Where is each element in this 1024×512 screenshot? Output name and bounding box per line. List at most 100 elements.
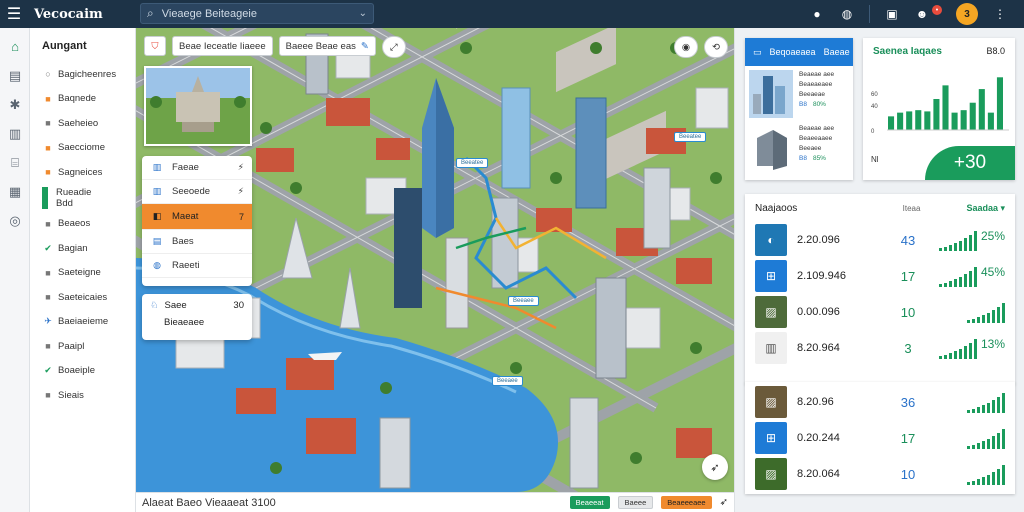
sidebar-item[interactable]: ■ Saeteigne bbox=[30, 261, 135, 286]
list-item[interactable]: ▨ 8.20.064 10 bbox=[745, 456, 1015, 492]
sparkline-chart: 45% bbox=[938, 265, 1005, 287]
sparkline-bar bbox=[948, 245, 952, 251]
city-icon[interactable]: ▥ bbox=[0, 119, 30, 148]
list-item[interactable]: ▨ 8.20.96 36 bbox=[745, 384, 1015, 420]
sidebar-item[interactable]: ○ Bagicheenres bbox=[30, 62, 135, 87]
square-icon: ■ bbox=[45, 118, 51, 129]
list-item[interactable]: ⊞ 2.109.946 17 45% bbox=[745, 258, 1015, 294]
pin-icon[interactable]: ➶ bbox=[720, 497, 728, 508]
map-label[interactable]: Beeatee bbox=[674, 132, 707, 142]
metrics-column: Iteaa bbox=[902, 203, 921, 213]
map-label[interactable]: Beeatee bbox=[456, 158, 489, 168]
row-count: 43 bbox=[900, 232, 916, 248]
bar[interactable] bbox=[969, 102, 976, 130]
sidebar-item[interactable]: ■ Saecciome bbox=[30, 136, 135, 161]
sidebar-item[interactable]: ■ Beaeos bbox=[30, 212, 135, 237]
sidebar-item[interactable]: ■ Baqnede bbox=[30, 87, 135, 112]
layers-icon[interactable]: ◉ bbox=[674, 36, 698, 58]
sparkline-chart bbox=[967, 427, 1005, 449]
shield-icon[interactable]: ⛉ bbox=[144, 36, 166, 56]
building-icon: ▥ bbox=[152, 186, 162, 196]
sidebar-item[interactable]: ■ Saeteicaies bbox=[30, 285, 135, 310]
sidebar-item[interactable]: ✈ Baeiaeieme bbox=[30, 310, 135, 335]
bar[interactable] bbox=[951, 112, 958, 130]
user-icon[interactable]: ☻ bbox=[914, 6, 930, 22]
bar[interactable] bbox=[960, 110, 967, 130]
list-item[interactable]: ▥ 8.20.964 3 13% bbox=[745, 330, 1015, 366]
bar[interactable] bbox=[987, 112, 994, 130]
star-icon[interactable]: ✱ bbox=[0, 90, 30, 119]
property-values: B8 80% bbox=[799, 100, 834, 110]
more-vertical-icon[interactable]: ⋮ bbox=[992, 6, 1008, 22]
sidebar-item[interactable]: ✔ Boaeiple bbox=[30, 359, 135, 384]
property-line: Beeaeae bbox=[799, 91, 826, 98]
sparkline-bar bbox=[943, 247, 947, 251]
bar[interactable] bbox=[978, 89, 985, 130]
sidebar-item[interactable]: ■ Sieais bbox=[30, 383, 135, 408]
sidebar-item[interactable]: ✔ Bagian bbox=[30, 236, 135, 261]
search-box[interactable]: ⌕ Vieaege Beiteageie ⌄ bbox=[140, 3, 374, 24]
calendar-icon[interactable]: ▣ bbox=[884, 6, 900, 22]
bar[interactable] bbox=[897, 112, 904, 130]
sparkline-bar bbox=[972, 445, 975, 449]
bar[interactable] bbox=[924, 111, 931, 130]
property-row[interactable]: Beaeae aee Beaeeaaee Beeaee B8 85% bbox=[745, 120, 853, 174]
sparkline-bar bbox=[967, 482, 970, 485]
sidebar-item[interactable]: ■ Saeheieo bbox=[30, 111, 135, 136]
chevron-down-icon[interactable]: ⌄ bbox=[359, 8, 367, 19]
map-label[interactable]: Beeaee bbox=[492, 376, 523, 386]
bar[interactable] bbox=[933, 99, 940, 130]
y-tick-label: 0 bbox=[871, 129, 875, 135]
globe-icon[interactable]: ◎ bbox=[0, 206, 30, 235]
row-value: 8.20.964 bbox=[797, 342, 840, 354]
sidebar-item[interactable]: ■ Paaipl bbox=[30, 334, 135, 359]
stats-card[interactable]: Saenea Iaqaes B8.0 60 40 0 Nl +30 bbox=[863, 38, 1015, 180]
sidebar-item[interactable]: Rueadie Bdd bbox=[30, 185, 135, 212]
help-icon[interactable]: ◍ bbox=[839, 6, 855, 22]
map-style-button[interactable]: Baeee Beae eas ✎ bbox=[278, 36, 376, 56]
compass-icon[interactable]: ➶ bbox=[702, 454, 728, 480]
sparkline-bar bbox=[968, 235, 972, 251]
property-row[interactable]: Beaeae aee Beaeaeaee Beeaeae B8 80% bbox=[745, 66, 853, 120]
row-count: 3 bbox=[904, 340, 912, 356]
measure-icon[interactable]: ⤢ bbox=[381, 36, 406, 58]
bar[interactable] bbox=[906, 111, 913, 130]
inbox-icon[interactable]: ⌸ bbox=[0, 148, 30, 177]
sparkline-bar bbox=[977, 479, 980, 485]
sparkline-bar bbox=[997, 433, 1000, 449]
bar[interactable] bbox=[996, 77, 1003, 130]
document-icon[interactable]: ▦ bbox=[0, 177, 30, 206]
status-chip[interactable]: Beaeeat bbox=[569, 496, 610, 509]
fullscreen-icon[interactable]: ⟲ bbox=[704, 36, 728, 58]
location-thumbnail[interactable] bbox=[144, 66, 252, 146]
map-label[interactable]: Beeaee bbox=[508, 296, 539, 306]
property-card[interactable]: ▭ Beqoaeaea Baeae Beaeae aee Beaeaeaee Bee… bbox=[745, 38, 853, 180]
metrics-filter[interactable]: Saadaa ▾ bbox=[966, 203, 1005, 214]
sparkline-bar bbox=[938, 248, 942, 251]
info-icon[interactable]: ● bbox=[809, 6, 825, 22]
avatar[interactable]: 3 bbox=[956, 3, 978, 25]
bar[interactable] bbox=[888, 116, 895, 130]
list-item[interactable]: ⊞ 0.20.244 17 bbox=[745, 420, 1015, 456]
sparkline-bar bbox=[968, 343, 972, 359]
list-item[interactable]: ▨ 0.00.096 10 bbox=[745, 294, 1015, 330]
layer-item[interactable]: ▥ Faeae ⚡ bbox=[142, 156, 252, 180]
status-chip[interactable]: Beaeeeaee bbox=[661, 496, 712, 509]
layer-item[interactable]: ▥ Seeoede ⚡ bbox=[142, 180, 252, 204]
info-card[interactable]: ♘ Saee 30 Bieaeaee bbox=[142, 294, 252, 340]
bar[interactable] bbox=[915, 110, 922, 130]
layer-item[interactable]: ◧ Maeat 7 bbox=[142, 204, 252, 230]
layer-item[interactable]: ◍ Raeeti bbox=[142, 254, 252, 278]
sidebar-item[interactable]: ■ Sagneices bbox=[30, 160, 135, 185]
hamburger-menu-icon[interactable]: ☰ bbox=[0, 0, 28, 28]
layer-item[interactable]: ▤ Baes bbox=[142, 230, 252, 254]
city-map[interactable]: Beeatee Beeatee Beeaee Beeaee ⛉ Beae Iec… bbox=[136, 28, 734, 492]
home-icon[interactable]: ⌂ bbox=[0, 32, 30, 61]
bar[interactable] bbox=[942, 85, 949, 130]
y-tick-label: 60 bbox=[871, 92, 878, 98]
building-icon[interactable]: ▤ bbox=[0, 61, 30, 90]
list-item[interactable]: ◐ 2.20.096 43 25% bbox=[745, 222, 1015, 258]
sparkline-bar bbox=[987, 439, 990, 449]
status-chip[interactable]: Baeee bbox=[617, 496, 654, 509]
map-filter-button[interactable]: Beae Ieceatle Iiaeee bbox=[172, 36, 273, 56]
